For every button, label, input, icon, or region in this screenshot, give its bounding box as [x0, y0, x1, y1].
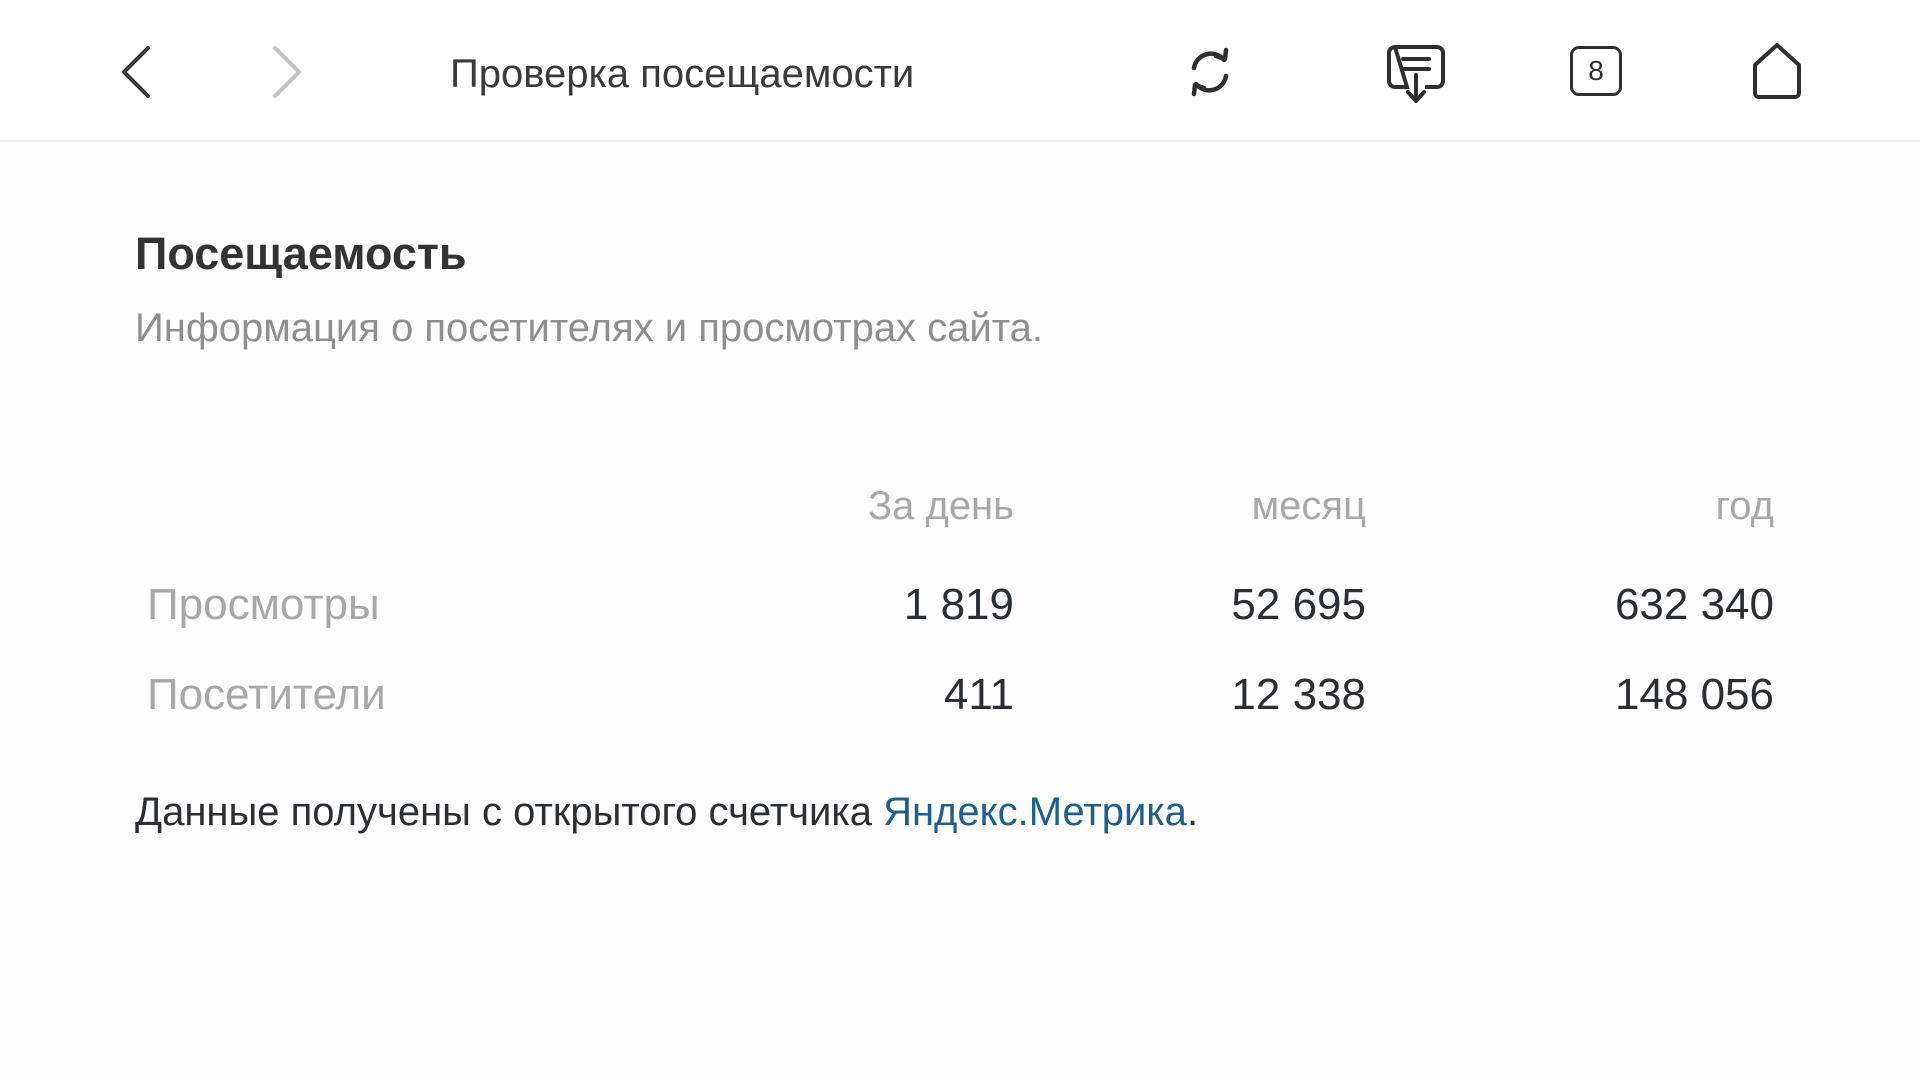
views-day-value: 1 819 — [903, 580, 1014, 629]
column-header-day: За день — [867, 484, 1014, 528]
download-message-icon — [1387, 44, 1445, 103]
data-source-note: Данные получены с открытого счетчика Янд… — [135, 790, 1198, 835]
chevron-left-icon — [122, 46, 150, 98]
back-button[interactable] — [110, 42, 160, 102]
reload-button[interactable] — [1180, 42, 1240, 102]
section-heading: Посещаемость — [135, 228, 467, 279]
views-month-value: 52 695 — [1231, 580, 1366, 629]
section-subheading: Информация о посетителях и просмотрах са… — [135, 306, 1043, 350]
visitors-year-value: 148 056 — [1614, 670, 1774, 719]
column-header-month: месяц — [1251, 484, 1366, 528]
row-label-visitors: Посетители — [147, 670, 386, 719]
home-button[interactable] — [1748, 40, 1806, 102]
reload-icon — [1191, 47, 1229, 97]
footnote-text: Данные получены с открытого счетчика — [135, 790, 884, 834]
tabs-count-button[interactable]: 8 — [1570, 46, 1622, 96]
reader-download-button[interactable] — [1384, 40, 1448, 108]
page-content: Посещаемость Информация о посетителях и … — [0, 144, 1920, 1080]
browser-toolbar: Проверка посещаемости 8 — [0, 0, 1920, 142]
visitors-month-value: 12 338 — [1231, 670, 1366, 719]
yandex-metrica-link[interactable]: Яндекс.Метрика — [883, 790, 1187, 834]
home-icon — [1753, 43, 1801, 99]
page-title[interactable]: Проверка посещаемости — [450, 48, 914, 100]
forward-button[interactable] — [263, 42, 313, 102]
chevron-right-icon — [273, 46, 301, 98]
row-label-views: Просмотры — [147, 580, 380, 629]
column-header-year: год — [1715, 484, 1774, 528]
footnote-end: . — [1186, 790, 1199, 834]
visitors-day-value: 411 — [943, 670, 1014, 719]
views-year-value: 632 340 — [1614, 580, 1774, 629]
